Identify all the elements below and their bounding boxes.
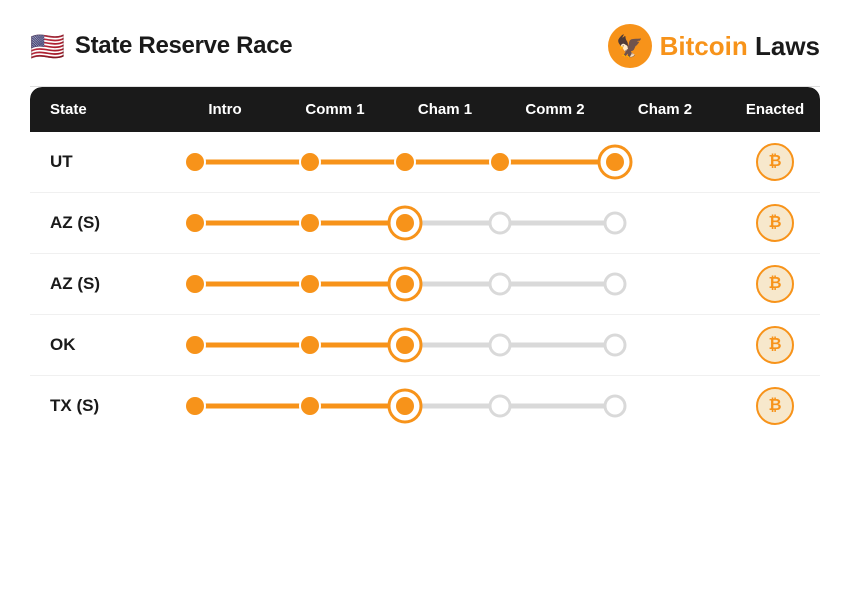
pipeline-svg-az1	[175, 203, 635, 243]
pipeline-svg-az2	[175, 264, 635, 304]
enacted-cell-tx: ₿	[720, 387, 820, 425]
col-cham1: Cham 1	[390, 101, 500, 118]
pipeline-tx	[170, 386, 720, 426]
state-label: AZ (S)	[50, 213, 170, 233]
col-cham2: Cham 2	[610, 101, 720, 118]
table-row: AZ (S)	[30, 193, 820, 254]
flag-icon: 🇺🇸	[30, 30, 65, 63]
bitcoin-coin-az2: ₿	[756, 265, 794, 303]
table-row: UT	[30, 132, 820, 193]
data-table: State Intro Comm 1 Cham 1 Comm 2 Cham 2 …	[30, 87, 820, 436]
table-row: TX (S) ₿	[30, 376, 820, 436]
bitcoin-laws-text: Bitcoin Laws	[660, 31, 820, 62]
enacted-cell-ok: ₿	[720, 326, 820, 364]
enacted-cell-az1: ₿	[720, 204, 820, 242]
bitcoin-laws-logo: 🦅 Bitcoin Laws	[608, 24, 820, 68]
bitcoin-coin-ut: ₿	[756, 143, 794, 181]
state-label: TX (S)	[50, 396, 170, 416]
enacted-cell-ut: ₿	[720, 143, 820, 181]
header: 🇺🇸 State Reserve Race 🦅 Bitcoin Laws	[30, 24, 820, 87]
header-right: 🦅 Bitcoin Laws	[608, 24, 820, 68]
col-intro: Intro	[170, 101, 280, 118]
col-comm1: Comm 1	[280, 101, 390, 118]
bitcoin-symbol-az2: ₿	[768, 275, 781, 293]
laws-word: Laws	[748, 31, 820, 61]
header-left: 🇺🇸 State Reserve Race	[30, 30, 292, 63]
bitcoin-symbol-tx: ₿	[768, 397, 781, 415]
page-title: State Reserve Race	[75, 32, 292, 60]
col-state: State	[50, 101, 170, 118]
bitcoin-symbol-ok: ₿	[768, 336, 781, 354]
col-enacted: Enacted	[720, 101, 820, 118]
bitcoin-coin-ok: ₿	[756, 326, 794, 364]
bitcoin-laws-logo-icon: 🦅	[608, 24, 652, 68]
pipeline-svg-tx	[175, 386, 635, 426]
bitcoin-word: Bitcoin	[660, 31, 748, 61]
pipeline-ut	[170, 142, 720, 182]
bitcoin-coin-az1: ₿	[756, 204, 794, 242]
state-label: OK	[50, 335, 170, 355]
col-comm2: Comm 2	[500, 101, 610, 118]
pipeline-ok	[170, 325, 720, 365]
svg-text:🦅: 🦅	[616, 33, 643, 59]
enacted-cell-az2: ₿	[720, 265, 820, 303]
state-label: UT	[50, 152, 170, 172]
table-row: AZ (S) ₿	[30, 254, 820, 315]
table-row: OK ₿	[30, 315, 820, 376]
bitcoin-coin-tx: ₿	[756, 387, 794, 425]
pipeline-az2	[170, 264, 720, 304]
pipeline-svg-ut	[175, 142, 635, 182]
table-header: State Intro Comm 1 Cham 1 Comm 2 Cham 2 …	[30, 87, 820, 132]
bitcoin-symbol-az1: ₿	[768, 214, 781, 232]
page-wrapper: 🇺🇸 State Reserve Race 🦅 Bitcoin Laws Sta…	[0, 0, 850, 456]
state-label: AZ (S)	[50, 274, 170, 294]
table-body: UT	[30, 132, 820, 436]
pipeline-az1	[170, 203, 720, 243]
pipeline-svg-ok	[175, 325, 635, 365]
bitcoin-symbol-ut: ₿	[768, 153, 781, 171]
